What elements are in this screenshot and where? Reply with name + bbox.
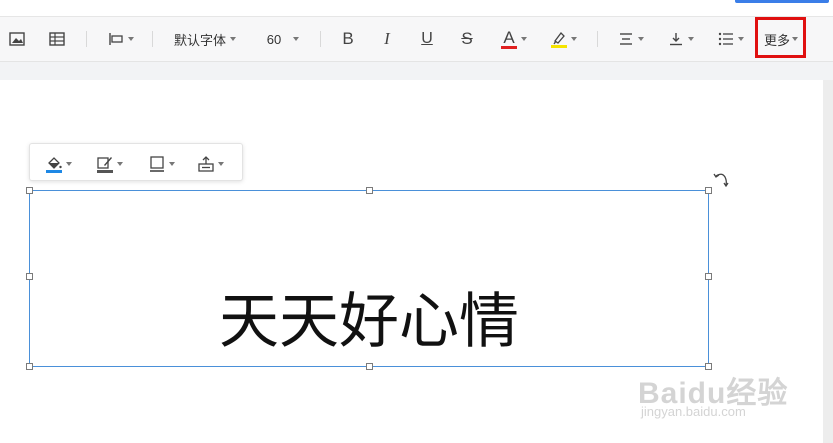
align-left-icon — [109, 33, 123, 45]
toolbar-separator — [86, 31, 87, 47]
table-icon — [49, 32, 65, 46]
bold-button[interactable]: B — [337, 27, 359, 51]
chevron-down-icon — [218, 162, 224, 166]
bullet-list-icon — [718, 32, 733, 46]
primary-button-edge[interactable] — [735, 0, 829, 3]
text-position-dropdown[interactable] — [198, 153, 224, 175]
font-size-value: 60 — [266, 31, 282, 47]
resize-handle-bottom-left[interactable] — [26, 363, 33, 370]
border-color-swatch — [97, 169, 113, 173]
image-icon — [9, 32, 25, 46]
border-style-icon — [150, 156, 164, 172]
border-style-dropdown[interactable] — [149, 153, 175, 175]
horizontal-align-dropdown[interactable] — [614, 27, 648, 51]
toolbar-separator — [152, 31, 153, 47]
baidu-watermark: Baidu经验 jingyan.baidu.com — [638, 368, 788, 419]
main-toolbar: 默认字体 60 B I U S A 更多 — [0, 17, 833, 62]
chevron-down-icon — [638, 37, 644, 41]
strikethrough-label: S — [461, 29, 473, 48]
align-center-icon — [620, 33, 632, 45]
align-bottom-icon — [670, 33, 682, 46]
chevron-down-icon — [571, 37, 577, 41]
border-color-dropdown[interactable] — [97, 153, 123, 175]
highlighter-icon — [551, 31, 567, 48]
resize-handle-top-left[interactable] — [26, 187, 33, 194]
italic-label: I — [384, 29, 390, 48]
font-color-dropdown[interactable]: A — [496, 27, 532, 51]
insert-table-button[interactable] — [46, 27, 68, 51]
underline-button[interactable]: U — [416, 27, 438, 51]
resize-handle-left[interactable] — [26, 273, 33, 280]
chevron-down-icon — [169, 162, 175, 166]
font-family-select[interactable]: 默认字体 — [170, 27, 240, 51]
toolbar-separator — [597, 31, 598, 47]
selected-textbox[interactable]: 天天好心情 — [26, 187, 712, 370]
chevron-down-icon — [688, 37, 694, 41]
vertical-align-dropdown[interactable] — [664, 27, 698, 51]
chevron-down-icon — [117, 162, 123, 166]
bold-label: B — [342, 29, 354, 48]
highlight-annotation-box — [755, 17, 806, 58]
align-dropdown[interactable] — [104, 27, 138, 51]
textbox-floating-toolbar — [29, 143, 243, 181]
fill-color-dropdown[interactable] — [46, 153, 72, 175]
highlight-color-swatch — [551, 44, 567, 48]
text-position-icon — [198, 156, 214, 172]
resize-handle-right[interactable] — [705, 273, 712, 280]
underline-label: U — [421, 30, 433, 47]
paint-bucket-icon — [46, 156, 62, 173]
resize-handle-bottom[interactable] — [366, 363, 373, 370]
top-strip — [0, 0, 833, 17]
resize-handle-top-right[interactable] — [705, 187, 712, 194]
chevron-down-icon — [521, 37, 527, 41]
font-family-value: 默认字体 — [173, 32, 226, 48]
insert-image-button[interactable] — [6, 27, 28, 51]
highlight-color-dropdown[interactable] — [546, 27, 582, 51]
font-color-icon: A — [501, 29, 517, 49]
italic-button[interactable]: I — [376, 27, 398, 51]
chevron-down-icon — [66, 162, 72, 166]
rotate-handle-icon[interactable] — [713, 171, 731, 187]
font-color-swatch — [501, 46, 517, 49]
strikethrough-button[interactable]: S — [456, 27, 478, 51]
chevron-down-icon — [230, 37, 236, 41]
chevron-down-icon — [293, 37, 300, 41]
chevron-down-icon — [738, 37, 744, 41]
pencil-icon — [97, 156, 113, 173]
list-dropdown[interactable] — [714, 27, 748, 51]
fill-color-swatch — [46, 169, 62, 173]
watermark-url: jingyan.baidu.com — [641, 404, 746, 419]
font-color-label: A — [503, 28, 515, 47]
chevron-down-icon — [128, 37, 134, 41]
font-size-select[interactable]: 60 — [262, 27, 304, 51]
canvas-margin — [823, 80, 833, 443]
textbox-content[interactable]: 天天好心情 — [30, 287, 708, 357]
toolbar-separator — [320, 31, 321, 47]
resize-handle-top[interactable] — [366, 187, 373, 194]
